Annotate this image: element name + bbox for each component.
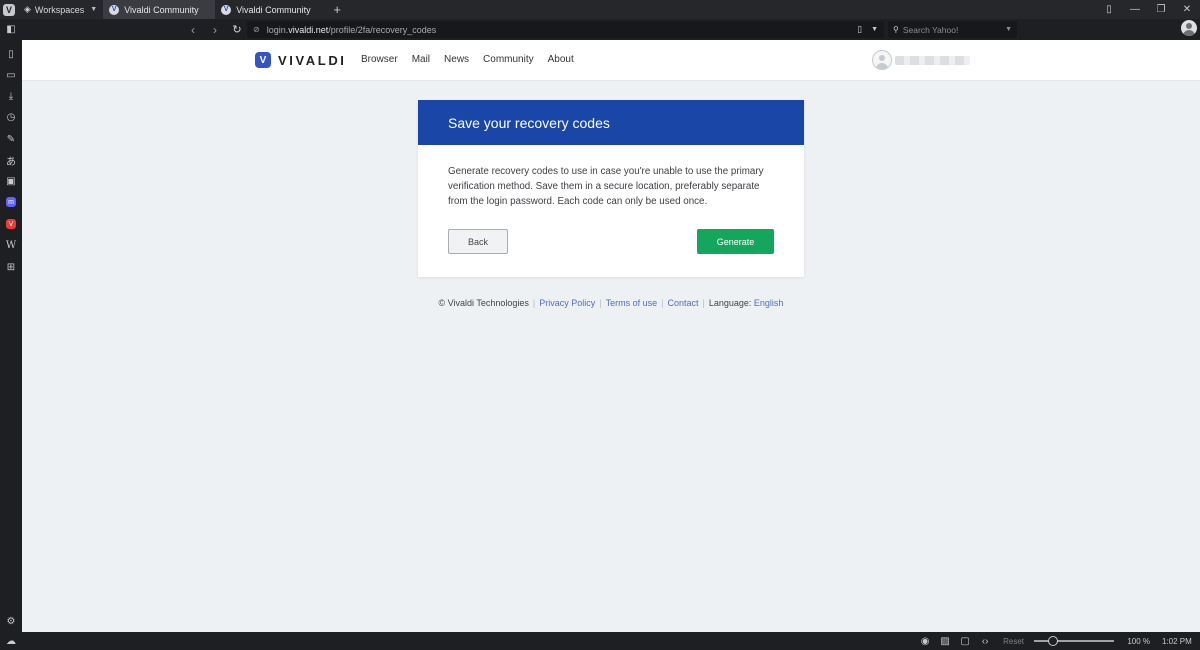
- chevron-down-icon[interactable]: ▼: [871, 26, 878, 33]
- nav-community[interactable]: Community: [483, 54, 534, 65]
- image-toggle-icon[interactable]: ▨: [935, 636, 955, 647]
- workspaces-label: Workspaces: [34, 4, 85, 15]
- minimize-button[interactable]: —: [1122, 4, 1148, 15]
- zoom-slider-handle[interactable]: [1048, 636, 1058, 646]
- user-avatar-icon: [872, 50, 892, 70]
- close-button[interactable]: ✕: [1174, 4, 1200, 15]
- nav-browser[interactable]: Browser: [361, 54, 398, 65]
- translate-icon[interactable]: あ: [0, 152, 22, 168]
- tab-vivaldi-community-1[interactable]: V Vivaldi Community: [103, 0, 216, 19]
- address-bar-row: ◧ ‹ › ↻ ⊘ login.vivaldi.net/profile/2fa/…: [0, 19, 1200, 40]
- workspaces-button[interactable]: ◈ Workspaces ▼: [18, 0, 103, 19]
- capture-icon[interactable]: ◉: [915, 636, 935, 647]
- copyright: © Vivaldi Technologies: [438, 298, 529, 308]
- status-bar: ☁ ◉ ▨ ▢ ‹› Reset 100 % 1:02 PM: [0, 632, 1200, 650]
- history-icon[interactable]: ◷: [0, 109, 22, 125]
- search-field[interactable]: ⚲ Search Yahoo! ▼: [888, 21, 1017, 38]
- reload-button[interactable]: ↻: [226, 23, 248, 36]
- back-nav-button[interactable]: ‹: [182, 23, 204, 37]
- window-panel-icon[interactable]: ▣: [0, 173, 22, 189]
- restore-button[interactable]: ❐: [1148, 4, 1174, 15]
- url-field[interactable]: ⊘ login.vivaldi.net/profile/2fa/recovery…: [247, 21, 884, 38]
- search-icon: ⚲: [893, 25, 899, 34]
- trash-icon[interactable]: ▯: [1096, 4, 1122, 15]
- zoom-level: 100 %: [1127, 636, 1150, 646]
- zoom-reset-button[interactable]: Reset: [1003, 637, 1024, 646]
- vivaldi-logo-icon: V: [3, 3, 15, 16]
- logo-text: VIVALDI: [278, 52, 347, 68]
- vivaldi-favicon-icon: V: [109, 4, 120, 15]
- reading-list-icon[interactable]: ▭: [0, 67, 22, 83]
- site-footer: © Vivaldi Technologies | Privacy Policy | Te…: [438, 298, 784, 308]
- blurred-username: [895, 55, 970, 65]
- wikipedia-icon[interactable]: W: [0, 237, 22, 253]
- recovery-codes-card: Save your recovery codes Generate recove…: [418, 100, 804, 277]
- chevron-down-icon[interactable]: ▼: [1005, 26, 1012, 33]
- site-header: V VIVALDI Browser Mail News Community Ab…: [22, 40, 1200, 81]
- vivaldi-panel-icon[interactable]: V: [0, 216, 22, 232]
- contact-link[interactable]: Contact: [667, 298, 698, 308]
- language-selector[interactable]: English: [754, 298, 784, 308]
- vivaldi-favicon-icon: V: [221, 4, 232, 15]
- page-tiling-icon[interactable]: ▢: [955, 636, 975, 647]
- web-page: V VIVALDI Browser Mail News Community Ab…: [22, 40, 1200, 632]
- new-tab-button[interactable]: +: [327, 0, 347, 19]
- code-icon[interactable]: ‹›: [975, 636, 995, 647]
- notes-icon[interactable]: ✎: [0, 131, 22, 147]
- vivaldi-logo-icon: V: [255, 52, 271, 68]
- add-panel-icon[interactable]: ⊞: [0, 259, 22, 275]
- tab-label: Vivaldi Community: [236, 4, 311, 15]
- settings-gear-icon[interactable]: ⚙: [0, 613, 22, 629]
- url-text: login.vivaldi.net/profile/2fa/recovery_c…: [266, 24, 437, 35]
- user-menu[interactable]: [872, 50, 970, 70]
- bookmarks-icon[interactable]: ▯: [0, 46, 22, 62]
- tab-bar: V ◈ Workspaces ▼ V Vivaldi Community V V…: [0, 0, 1200, 19]
- nav-mail[interactable]: Mail: [412, 54, 430, 65]
- clock: 1:02 PM: [1162, 636, 1192, 646]
- site-nav: Browser Mail News Community About: [361, 54, 574, 65]
- tab-label: Vivaldi Community: [124, 4, 199, 15]
- card-title: Save your recovery codes: [418, 100, 804, 145]
- card-description: Generate recovery codes to use in case y…: [448, 166, 764, 207]
- language-label: Language:: [708, 298, 752, 308]
- tab-vivaldi-community-2[interactable]: V Vivaldi Community: [215, 0, 327, 19]
- terms-link[interactable]: Terms of use: [606, 298, 658, 308]
- vivaldi-menu-button[interactable]: V: [0, 0, 18, 19]
- privacy-policy-link[interactable]: Privacy Policy: [539, 298, 595, 308]
- side-panel: ▯ ▭ ⤓ ◷ ✎ あ ▣ m V W ⊞ ⚙: [0, 40, 22, 632]
- zoom-slider[interactable]: [1034, 636, 1114, 646]
- forward-nav-button[interactable]: ›: [204, 23, 226, 37]
- nav-news[interactable]: News: [444, 54, 469, 65]
- downloads-icon[interactable]: ⤓: [0, 88, 22, 104]
- profile-avatar-button[interactable]: [1181, 20, 1197, 36]
- workspaces-icon: ◈: [24, 4, 31, 14]
- sync-cloud-icon[interactable]: ☁: [0, 636, 22, 647]
- chevron-down-icon: ▼: [90, 6, 98, 13]
- search-placeholder: Search Yahoo!: [902, 24, 959, 35]
- vivaldi-logo[interactable]: V VIVALDI: [255, 52, 347, 68]
- generate-button[interactable]: Generate: [697, 229, 774, 254]
- site-info-icon[interactable]: ⊘: [253, 25, 260, 34]
- panel-toggle-icon[interactable]: ◧: [0, 24, 22, 35]
- bookmark-icon[interactable]: ▯: [857, 24, 862, 35]
- mastodon-icon[interactable]: m: [0, 194, 22, 210]
- back-button[interactable]: Back: [448, 229, 508, 254]
- plus-icon: +: [333, 2, 342, 17]
- nav-about[interactable]: About: [548, 54, 574, 65]
